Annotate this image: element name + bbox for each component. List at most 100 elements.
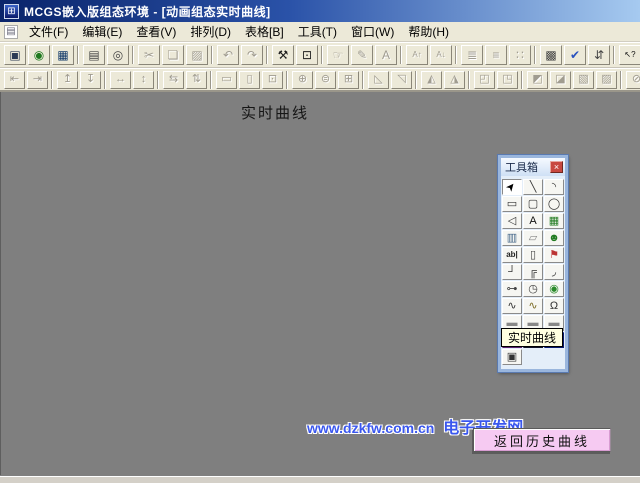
paste-icon[interactable]: ▨ [186, 45, 208, 65]
snap-grid-icon[interactable]: ∷ [509, 45, 531, 65]
rotate-left-icon[interactable]: ◺ [368, 71, 389, 89]
slider-tool[interactable]: ⊶ [502, 281, 522, 297]
menu-tools[interactable]: 工具(T) [291, 21, 344, 42]
trend-curve-tool[interactable]: ∿ [502, 298, 522, 314]
workbench-tools-icon[interactable]: ⚒ [272, 45, 294, 65]
title-bar[interactable]: ⊞ MCGS嵌入版组态环境 - [动画组态实时曲线] [0, 0, 640, 22]
menu-arrange[interactable]: 排列(D) [183, 21, 238, 42]
text-label-tool[interactable]: A [523, 213, 543, 229]
canvas-title-text[interactable]: 实时曲线 [241, 102, 309, 123]
rectangle-tool[interactable]: ▭ [502, 196, 522, 212]
new-project-icon[interactable]: ▣ [4, 45, 26, 65]
arc-segment-tool[interactable]: ◞ [544, 264, 564, 280]
properties-icon[interactable]: ▩ [540, 45, 562, 65]
elbow-polyline-tool[interactable]: ┘ [502, 264, 522, 280]
equal-v-space-icon[interactable]: ⇅ [186, 71, 207, 89]
print-preview-icon[interactable]: ◎ [107, 45, 129, 65]
bring-to-front-icon[interactable]: ◩ [527, 71, 548, 89]
combo-box-tool[interactable]: ⚑ [544, 247, 564, 263]
alarm-display-tool[interactable]: Ω [544, 298, 564, 314]
equal-width-icon[interactable]: ▭ [216, 71, 237, 89]
rotate-right-icon[interactable]: ◹ [391, 71, 412, 89]
font-shrink-icon[interactable]: A↓ [430, 45, 452, 65]
animation-display-tool[interactable]: ☻ [544, 230, 564, 246]
window-frame-tool[interactable]: ▣ [502, 349, 522, 365]
menu-file[interactable]: 文件(F) [22, 21, 75, 42]
toolbar-separator [319, 46, 326, 64]
align-text-center-icon[interactable]: ≡ [485, 45, 507, 65]
center-window-h-icon[interactable]: ⊕ [292, 71, 313, 89]
pipe-segment-tool[interactable]: ╔ [523, 264, 543, 280]
copy-icon[interactable]: ❏ [162, 45, 184, 65]
open-project-icon[interactable]: ◉ [28, 45, 50, 65]
straight-line-tool[interactable]: ╲ [523, 179, 543, 195]
flip-vertical-icon[interactable]: ◮ [444, 71, 465, 89]
standard-button-tool[interactable]: ▥ [502, 230, 522, 246]
history-curve-button[interactable]: 返回历史曲线 [473, 428, 611, 452]
bitmap-tool[interactable]: ▦ [544, 213, 564, 229]
menu-edit[interactable]: 编辑(E) [75, 21, 129, 42]
ellipse-tool[interactable]: ◯ [544, 196, 564, 212]
toolbox-titlebar[interactable]: 工具箱 × [501, 158, 565, 176]
brush-tool-icon[interactable]: ✎ [351, 45, 373, 65]
equal-height-icon[interactable]: ▯ [239, 71, 260, 89]
mcgs-window: ⊞ MCGS嵌入版组态环境 - [动画组态实时曲线] ▤ 文件(F)编辑(E)查… [0, 0, 640, 483]
input-box-tool[interactable]: ab| [502, 247, 522, 263]
lock-object-icon[interactable]: ⊘ [626, 71, 640, 89]
center-in-window-icon[interactable]: ⊞ [338, 71, 359, 89]
menu-view[interactable]: 查看(V) [129, 21, 183, 42]
redo-icon[interactable]: ↷ [241, 45, 263, 65]
align-text-left-icon[interactable]: ≣ [461, 45, 483, 65]
menu-table[interactable]: 表格[B] [238, 21, 291, 42]
hand-tool-icon[interactable]: ☞ [327, 45, 349, 65]
toolbar-separator [413, 71, 420, 89]
toolbar-separator [532, 46, 539, 64]
label-display-tool[interactable]: ▯ [523, 247, 543, 263]
cut-icon[interactable]: ✂ [138, 45, 160, 65]
toolbox-title: 工具箱 [505, 159, 538, 175]
bring-forward-icon[interactable]: ▧ [573, 71, 594, 89]
label-tool-icon[interactable]: A [375, 45, 397, 65]
undo-icon[interactable]: ↶ [217, 45, 239, 65]
tooltip: 实时曲线 [501, 328, 563, 347]
center-vertical-icon[interactable]: ↕ [133, 71, 154, 89]
script-order-icon[interactable]: ⇵ [588, 45, 610, 65]
context-help-icon[interactable]: ↖? [619, 45, 640, 65]
save-icon[interactable]: ▦ [52, 45, 74, 65]
canvas: 实时曲线 工具箱 × ➤╲◝▭▢◯◁A▦▥▱☻ab|▯⚑┘╔◞⊶◷◉∿∿Ω▬▬▬… [0, 92, 640, 475]
arc-tool[interactable]: ◝ [544, 179, 564, 195]
align-top-icon[interactable]: ↥ [57, 71, 78, 89]
reset-shape-icon[interactable]: ◳ [497, 71, 518, 89]
print-icon[interactable]: ▤ [83, 45, 105, 65]
align-right-icon[interactable]: ⇥ [27, 71, 48, 89]
center-horizontal-icon[interactable]: ↔ [110, 71, 131, 89]
toolbar-separator [466, 71, 473, 89]
equal-h-space-icon[interactable]: ⇆ [163, 71, 184, 89]
rounded-rectangle-tool[interactable]: ▢ [523, 196, 543, 212]
send-backward-icon[interactable]: ▨ [596, 71, 617, 89]
menu-help[interactable]: 帮助(H) [401, 21, 456, 42]
font-grow-icon[interactable]: A↑ [406, 45, 428, 65]
gauge-dial-tool[interactable]: ◷ [523, 281, 543, 297]
close-icon[interactable]: × [550, 161, 563, 173]
syntax-check-icon[interactable]: ✔ [564, 45, 586, 65]
child-window-icon: ▤ [4, 25, 18, 39]
select-tool[interactable]: ➤ [502, 179, 522, 195]
toolbar-arrange-icons: ⇤⇥↥↧↔↕⇆⇅▭▯⊡⊕⊜⊞◺◹◭◮◰◳◩◪▧▨⊘◐∷ [3, 71, 640, 89]
align-left-icon[interactable]: ⇤ [4, 71, 25, 89]
toolbar-separator [155, 71, 162, 89]
center-window-v-icon[interactable]: ⊜ [315, 71, 336, 89]
pen-curve-tool[interactable]: ∿ [523, 298, 543, 314]
polygon-tool[interactable]: ◁ [502, 213, 522, 229]
convert-polyline-icon[interactable]: ◰ [474, 71, 495, 89]
align-bottom-icon[interactable]: ↧ [80, 71, 101, 89]
equal-size-icon[interactable]: ⊡ [262, 71, 283, 89]
app-icon: ⊞ [4, 4, 19, 19]
window-title: MCGS嵌入版组态环境 - [动画组态实时曲线] [24, 3, 271, 20]
expand-window-icon[interactable]: ⊡ [296, 45, 318, 65]
flip-horizontal-icon[interactable]: ◭ [421, 71, 442, 89]
indicator-lamp-tool[interactable]: ◉ [544, 281, 564, 297]
send-to-back-icon[interactable]: ◪ [550, 71, 571, 89]
device-component-tool[interactable]: ▱ [523, 230, 543, 246]
menu-window[interactable]: 窗口(W) [344, 21, 401, 42]
